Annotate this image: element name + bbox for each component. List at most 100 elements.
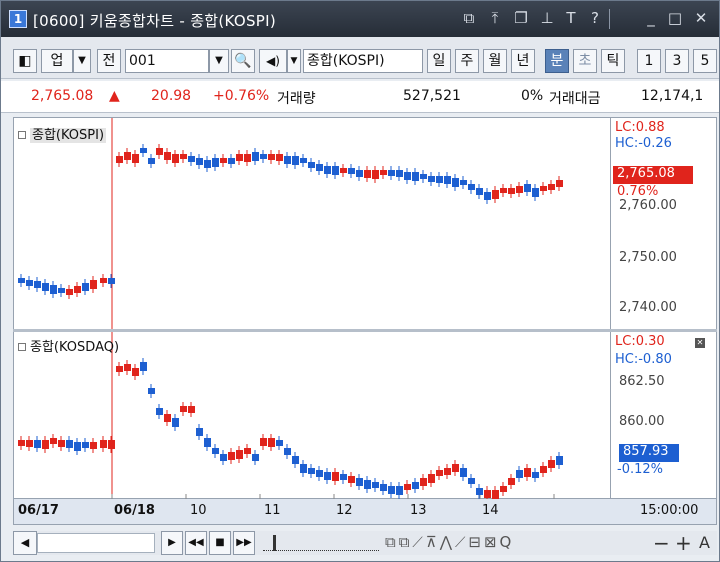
kospi-candle [396, 170, 403, 177]
market-dropdown-icon[interactable]: ▼ [73, 49, 91, 73]
title-bar[interactable]: 1 [0600] 키움종합차트 - 종합(KOSPI) ⧉ ⤒ ❐ ⊥ T ? … [1, 1, 719, 37]
code-input[interactable]: 001 [125, 49, 209, 73]
drawing-tools-icon[interactable]: ⧉⧉⟋⊼⋀⟋⊟⊠Q [385, 533, 514, 551]
last-price: 2,765.08 [31, 88, 94, 104]
kosdaq-candle [180, 406, 187, 412]
volume-pct: 0% [521, 88, 544, 104]
interval-3[interactable]: 3 [665, 49, 689, 73]
scroll-track[interactable] [37, 533, 155, 553]
restore-window-icon[interactable]: ⧉ [459, 8, 479, 28]
kosdaq-candle [540, 466, 547, 473]
play-icon[interactable]: ▶ [161, 531, 183, 555]
kosdaq-candle [316, 470, 323, 477]
upper-price-pct: 0.76% [617, 184, 659, 199]
kospi-title-text: 종합(KOSPI) [30, 128, 107, 143]
kospi-candle [356, 170, 363, 177]
kosdaq-candle [460, 468, 467, 477]
fast-forward-icon[interactable]: ▶▶ [233, 531, 255, 555]
period-day[interactable]: 일 [427, 49, 451, 73]
maximize-icon[interactable]: □ [665, 8, 685, 28]
kosdaq-candle [292, 456, 299, 464]
period-year[interactable]: 년 [511, 49, 535, 73]
rewind-icon[interactable]: ◀◀ [185, 531, 207, 555]
kosdaq-candle [484, 490, 491, 498]
panel-divider[interactable] [13, 329, 717, 332]
candle-chart-svg[interactable] [14, 118, 612, 503]
period-minute[interactable]: 분 [545, 49, 569, 73]
kosdaq-candle [74, 442, 81, 451]
kospi-candle [516, 186, 523, 193]
pin-icon[interactable]: ⊥ [537, 8, 557, 28]
kosdaq-candle [212, 448, 219, 454]
kospi-candle [388, 170, 395, 176]
kospi-candle [540, 186, 547, 191]
legend-square-icon [18, 343, 26, 351]
search-icon[interactable]: 🔍 [231, 49, 255, 73]
chart-window: 1 [0600] 키움종합차트 - 종합(KOSPI) ⧉ ⤒ ❐ ⊥ T ? … [0, 0, 720, 562]
kosdaq-candle [26, 440, 33, 447]
minimize-icon[interactable]: _ [641, 8, 661, 28]
kosdaq-candle [284, 448, 291, 455]
pin-top-icon[interactable]: ⤒ [485, 8, 505, 28]
kosdaq-candle [364, 480, 371, 489]
zoom-out-icon[interactable]: − [653, 531, 670, 555]
kospi-candle [244, 154, 251, 162]
period-month[interactable]: 월 [483, 49, 507, 73]
kosdaq-candle [404, 484, 411, 490]
price-change: 20.98 [151, 88, 192, 104]
help-icon[interactable]: ? [585, 8, 605, 28]
kosdaq-candle [276, 440, 283, 446]
kospi-candle [188, 156, 195, 162]
kospi-candle [252, 152, 259, 161]
code-dropdown-icon[interactable]: ▼ [209, 49, 229, 73]
kosdaq-candle [340, 474, 347, 480]
scroll-left-icon[interactable]: ◀ [13, 531, 37, 555]
kospi-candle [42, 283, 49, 291]
zoom-slider[interactable] [263, 535, 379, 551]
market-select[interactable]: 업 [41, 49, 73, 73]
copy-window-icon[interactable]: ❐ [511, 8, 531, 28]
period-second[interactable]: 초 [573, 49, 597, 73]
kospi-candle [26, 280, 33, 286]
period-tick[interactable]: 틱 [601, 49, 625, 73]
zoom-slider-thumb[interactable] [273, 535, 276, 551]
kospi-candle [66, 289, 73, 295]
zoom-in-icon[interactable]: + [675, 531, 692, 555]
text-tool-icon[interactable]: A [699, 533, 710, 552]
kosdaq-candle [516, 470, 523, 478]
chart-plot-area[interactable]: 종합(KOSPI) 종합(KOSDAQ) [13, 117, 612, 503]
layout-toggle-icon[interactable]: ◧ [13, 49, 37, 73]
kosdaq-candle [220, 454, 227, 461]
close-icon[interactable]: ✕ [691, 8, 711, 28]
amount-value: 12,174,1 [641, 88, 704, 104]
period-week[interactable]: 주 [455, 49, 479, 73]
upper-price-tag: 2,765.08 [613, 166, 693, 184]
kospi-candle [180, 154, 187, 159]
kosdaq-candle [108, 440, 115, 449]
kosdaq-candle [332, 472, 339, 481]
sound-icon[interactable]: ◀) [259, 49, 287, 73]
kospi-candle [524, 184, 531, 192]
prev-button[interactable]: 전 [97, 49, 121, 73]
sound-dropdown-icon[interactable]: ▼ [287, 49, 301, 73]
kosdaq-candle [116, 366, 123, 372]
price-bar: 2,765.08 ▲ 20.98 +0.76% 거래량 527,521 0% 거… [1, 81, 719, 113]
kosdaq-candle [492, 490, 499, 499]
name-field[interactable]: 종합(KOSPI) [303, 49, 423, 73]
kospi-candle [412, 172, 419, 181]
price-axis: LC:0.88 HC:-0.26 2,765.08 0.76% 2,760.00… [611, 117, 717, 499]
font-icon[interactable]: T [561, 8, 581, 28]
interval-1[interactable]: 1 [637, 49, 661, 73]
upper-hc: HC:-0.26 [615, 136, 672, 151]
kosdaq-candle [532, 472, 539, 478]
kospi-candle [268, 154, 275, 160]
kosdaq-candle [260, 438, 267, 446]
window-number-badge[interactable]: 1 [9, 10, 27, 28]
panel-close-icon[interactable]: ✕ [695, 338, 705, 348]
kospi-candle [420, 174, 427, 179]
interval-5[interactable]: 5 [693, 49, 717, 73]
kospi-candle [204, 160, 211, 168]
kosdaq-candle [380, 484, 387, 491]
stop-icon[interactable]: ■ [209, 531, 231, 555]
kosdaq-candle [500, 486, 507, 492]
